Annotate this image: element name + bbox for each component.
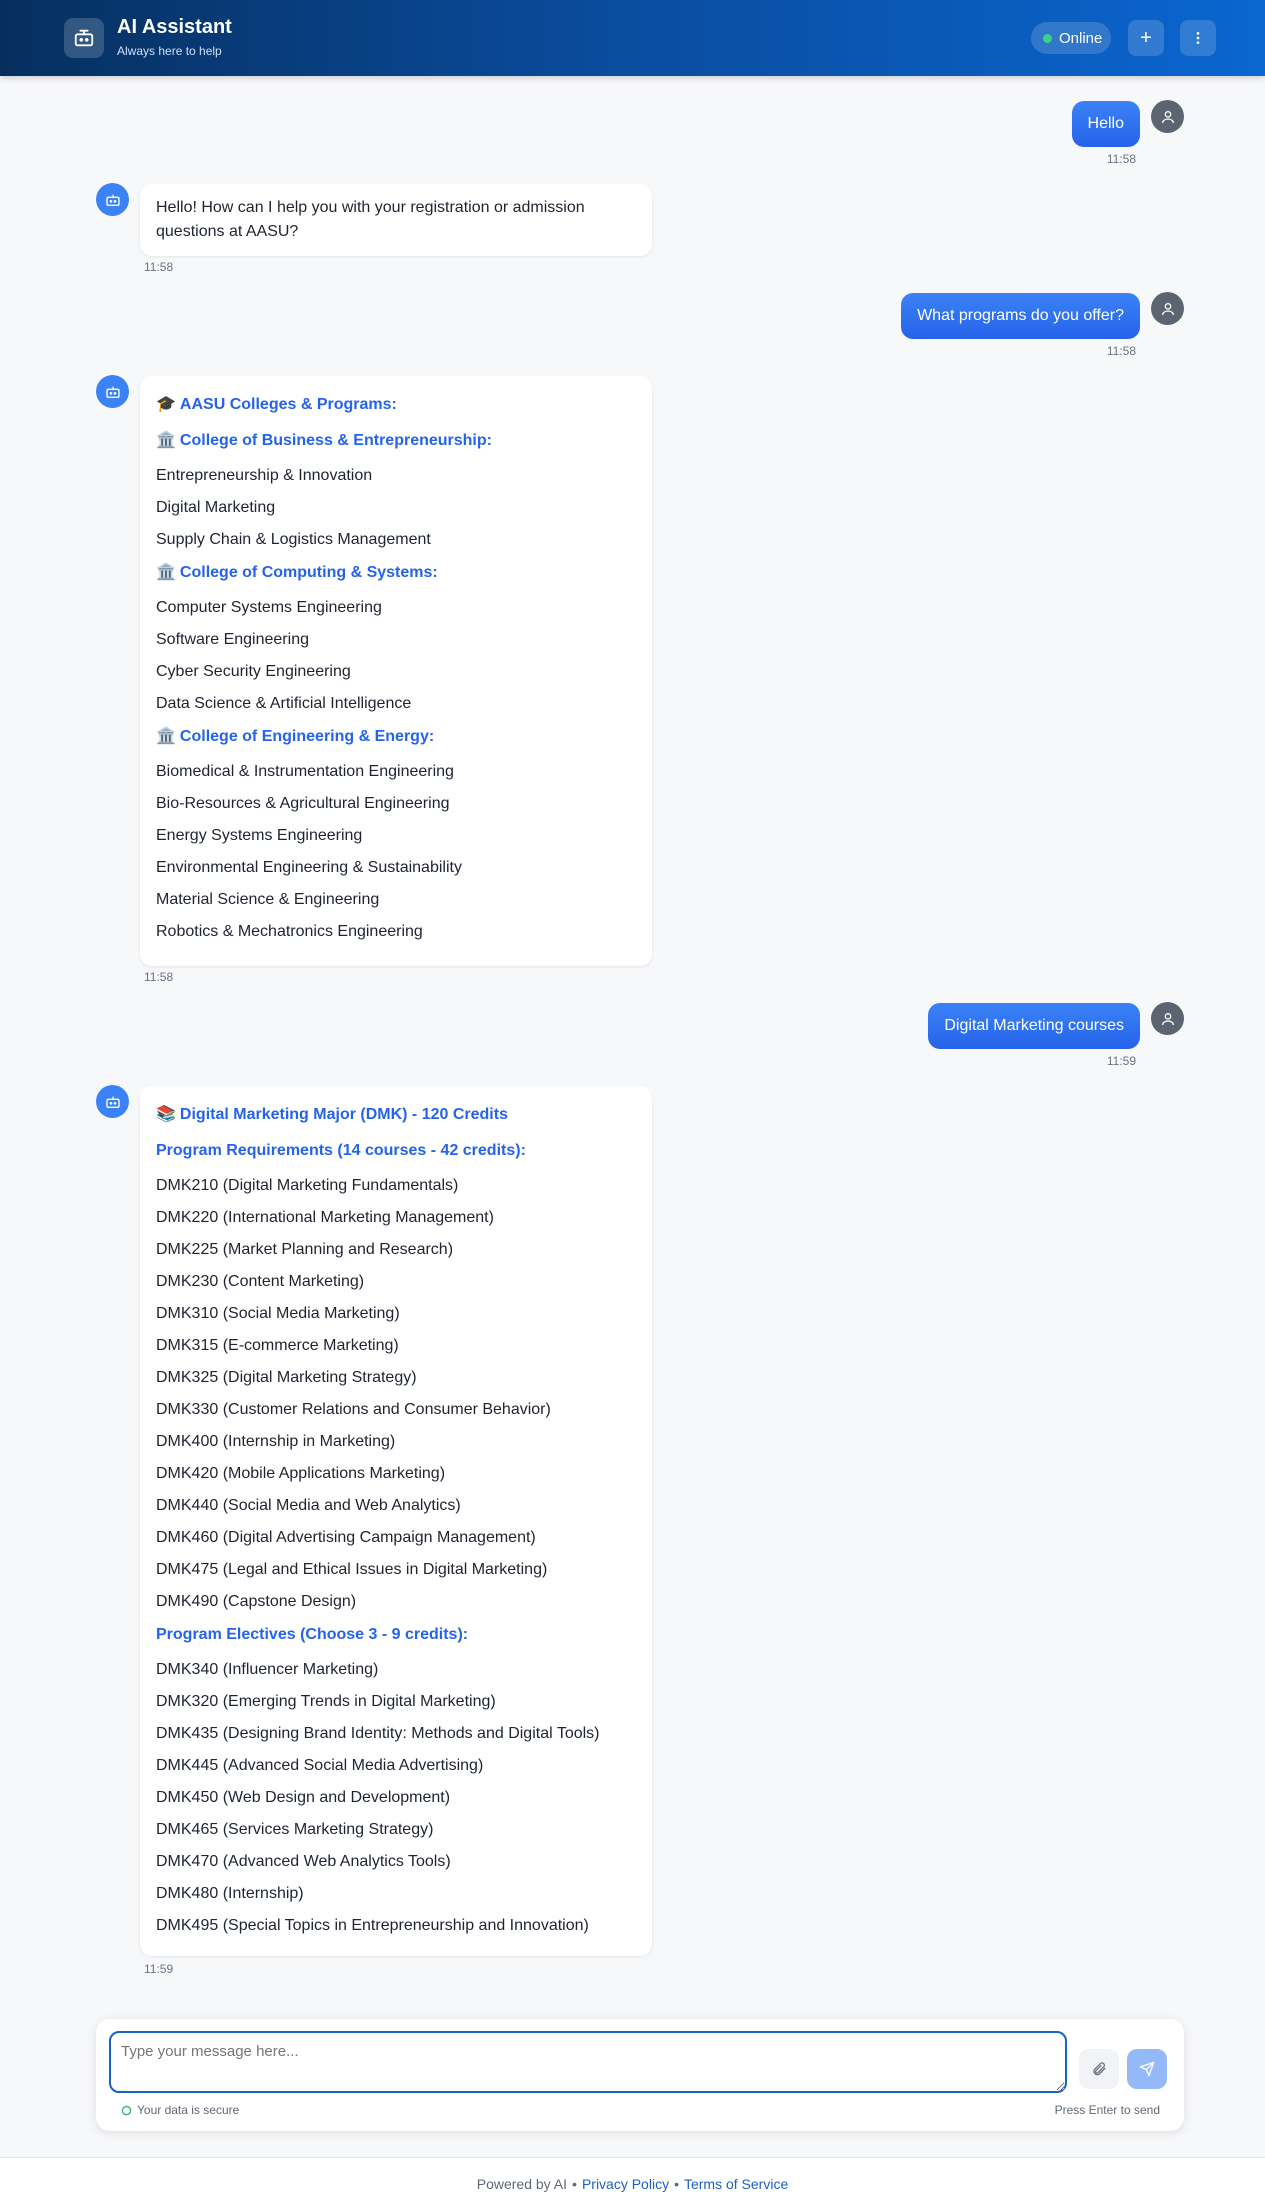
bot-message-bubble: Hello! How can I help you with your regi… — [140, 184, 652, 256]
user-message-bubble: Hello — [1071, 101, 1140, 147]
list-item: Digital Marketing — [156, 499, 276, 516]
list-item: Bio-Resources & Agricultural Engineering — [156, 795, 450, 812]
list-item: DMK490 (Capstone Design) — [156, 1593, 357, 1610]
list-item: Material Science & Engineering — [156, 891, 380, 908]
separator: • — [572, 2175, 577, 2192]
list-item: DMK400 (Internship in Marketing) — [156, 1433, 396, 1450]
list-item: DMK310 (Social Media Marketing) — [156, 1305, 400, 1322]
send-hint: Press Enter to send — [1054, 2103, 1160, 2117]
message-timestamp: 11:58 — [144, 260, 174, 274]
message-composer: Your data is secure Press Enter to send — [96, 2019, 1184, 2131]
building-icon: 🏛️ — [156, 728, 176, 745]
page-footer: Powered by AI • Privacy Policy • Terms o… — [0, 2157, 1265, 2209]
bot-avatar-icon — [96, 375, 129, 408]
message-timestamp: 11:59 — [144, 1962, 174, 1976]
app-header: AI Assistant Always here to help Online … — [0, 0, 1265, 76]
more-vertical-icon — [1196, 32, 1200, 44]
user-avatar-icon — [1151, 292, 1184, 325]
message-timestamp: 11:58 — [1106, 152, 1136, 166]
list-item: DMK220 (International Marketing Manageme… — [156, 1209, 494, 1226]
bot-logo-icon — [64, 18, 104, 58]
list-item: Software Engineering — [156, 631, 309, 648]
send-button[interactable] — [1127, 2049, 1167, 2089]
graduation-cap-icon: 🎓 — [156, 396, 176, 413]
list-item: DMK470 (Advanced Web Analytics Tools) — [156, 1853, 451, 1870]
list-item: Cyber Security Engineering — [156, 663, 351, 680]
terms-of-service-link[interactable]: Terms of Service — [684, 2176, 788, 2192]
plus-icon: + — [1140, 26, 1152, 49]
user-avatar-icon — [1151, 1002, 1184, 1035]
shield-check-icon — [121, 2105, 132, 2115]
new-chat-button[interactable]: + — [1128, 20, 1164, 56]
section-heading: 🏛️ College of Business & Entrepreneurship… — [156, 432, 492, 449]
list-item: DMK480 (Internship) — [156, 1885, 304, 1902]
building-icon: 🏛️ — [156, 564, 176, 581]
section-heading: 🏛️ College of Computing & Systems: — [156, 564, 438, 581]
list-item: DMK440 (Social Media and Web Analytics) — [156, 1497, 461, 1514]
user-avatar-icon — [1151, 100, 1184, 133]
list-item: DMK315 (E-commerce Marketing) — [156, 1337, 399, 1354]
list-item: Robotics & Mechatronics Engineering — [156, 923, 423, 940]
list-item: DMK450 (Web Design and Development) — [156, 1789, 451, 1806]
message-timestamp: 11:59 — [1106, 1054, 1136, 1068]
online-dot-icon — [1043, 33, 1052, 43]
list-item: DMK460 (Digital Advertising Campaign Man… — [156, 1529, 536, 1546]
message-timestamp: 11:58 — [144, 970, 174, 984]
privacy-policy-link[interactable]: Privacy Policy — [582, 2176, 669, 2192]
bot-message-bubble: 📚 Digital Marketing Major (DMK) - 120 Cre… — [140, 1086, 652, 1956]
message-timestamp: 11:58 — [1106, 344, 1136, 358]
list-item: Energy Systems Engineering — [156, 827, 363, 844]
list-item: DMK465 (Services Marketing Strategy) — [156, 1821, 434, 1838]
separator: • — [674, 2175, 679, 2192]
attach-button[interactable] — [1079, 2049, 1119, 2089]
menu-button[interactable] — [1180, 20, 1216, 56]
section-heading: Program Requirements (14 courses - 42 cr… — [156, 1142, 526, 1159]
list-item: Supply Chain & Logistics Management — [156, 531, 431, 548]
app-title: AI Assistant — [117, 16, 232, 38]
online-status-badge: Online — [1031, 22, 1111, 54]
status-label: Online — [1059, 29, 1103, 47]
bot-avatar-icon — [96, 1085, 129, 1118]
list-item: Data Science & Artificial Intelligence — [156, 695, 412, 712]
list-item: DMK325 (Digital Marketing Strategy) — [156, 1369, 417, 1386]
list-item: DMK445 (Advanced Social Media Advertisin… — [156, 1757, 484, 1774]
list-item: DMK330 (Customer Relations and Consumer … — [156, 1401, 551, 1418]
list-item: DMK230 (Content Marketing) — [156, 1273, 365, 1290]
list-item: DMK435 (Designing Brand Identity: Method… — [156, 1725, 600, 1742]
list-item: DMK340 (Influencer Marketing) — [156, 1661, 379, 1678]
bot-message-text: Hello! How can I help you with your regi… — [156, 199, 585, 240]
bot-avatar-icon — [96, 183, 129, 216]
list-item: Biomedical & Instrumentation Engineering — [156, 763, 454, 780]
secure-note: Your data is secure — [121, 2103, 239, 2117]
list-item: Environmental Engineering & Sustainabili… — [156, 859, 462, 876]
response-title: 🎓 AASU Colleges & Programs: — [156, 396, 397, 413]
app-subtitle: Always here to help — [117, 44, 222, 58]
books-icon: 📚 — [156, 1106, 176, 1123]
list-item: DMK225 (Market Planning and Research) — [156, 1241, 454, 1258]
list-item: DMK475 (Legal and Ethical Issues in Digi… — [156, 1561, 548, 1578]
list-item: Entrepreneurship & Innovation — [156, 467, 373, 484]
list-item: Computer Systems Engineering — [156, 599, 382, 616]
list-item: DMK495 (Special Topics in Entrepreneursh… — [156, 1917, 589, 1934]
powered-by-text: Powered by AI — [476, 2175, 568, 2192]
list-item: DMK210 (Digital Marketing Fundamentals) — [156, 1177, 459, 1194]
section-heading: 🏛️ College of Engineering & Energy: — [156, 728, 435, 745]
send-icon — [1139, 2061, 1155, 2077]
paperclip-icon — [1093, 2062, 1106, 2076]
user-message-bubble: Digital Marketing courses — [928, 1003, 1140, 1049]
message-input[interactable] — [109, 2031, 1067, 2093]
user-message-bubble: What programs do you offer? — [901, 293, 1140, 339]
list-item: DMK320 (Emerging Trends in Digital Marke… — [156, 1693, 496, 1710]
response-title: 📚 Digital Marketing Major (DMK) - 120 Cre… — [156, 1106, 508, 1123]
building-icon: 🏛️ — [156, 432, 176, 449]
list-item: DMK420 (Mobile Applications Marketing) — [156, 1465, 446, 1482]
bot-message-bubble: 🎓 AASU Colleges & Programs: 🏛️ College of … — [140, 376, 652, 966]
section-heading: Program Electives (Choose 3 - 9 credits)… — [156, 1626, 469, 1643]
